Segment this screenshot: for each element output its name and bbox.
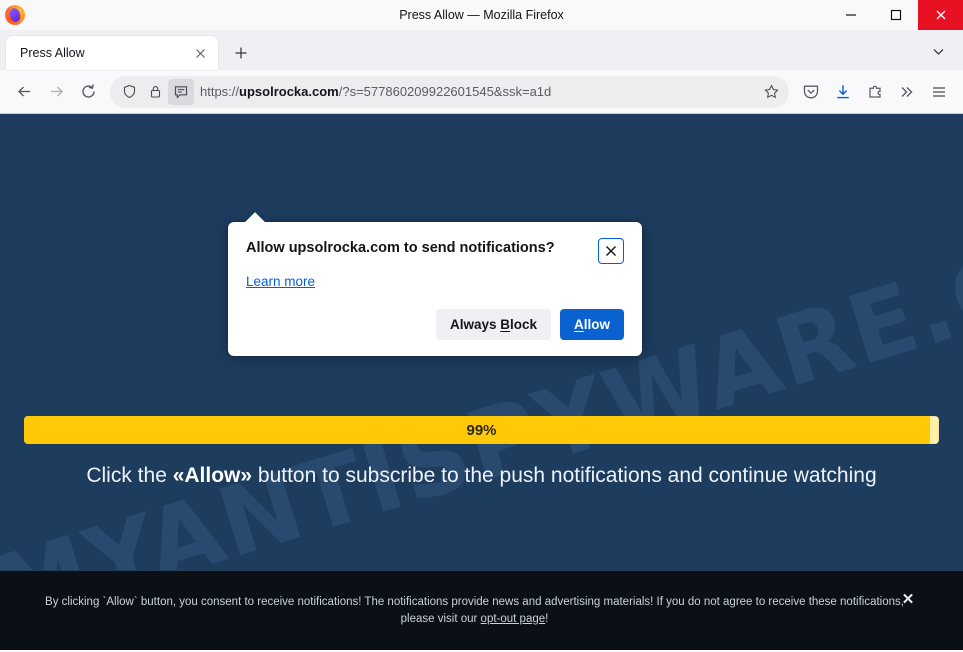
consent-banner: By clicking `Allow` button, you consent … [0,570,963,650]
cta-prefix: Click the [86,464,172,487]
popup-actions: Always Block Allow [246,309,624,340]
url-scheme: https:// [200,84,239,99]
url-bar[interactable]: https://upsolrocka.com/?s=57786020992260… [110,76,789,108]
browser-window: Press Allow — Mozilla Firefox Press Allo… [0,0,963,652]
call-to-action-text: Click the «Allow» button to subscribe to… [0,464,963,488]
notification-bubble-icon[interactable] [168,79,194,105]
notification-permission-popup: Allow upsolrocka.com to send notificatio… [228,222,642,356]
page-content: MYANTISPYWARE.COM Allow upsolrocka.com t… [0,114,963,650]
allow-button[interactable]: Allow [560,309,624,340]
consent-banner-text: By clicking `Allow` button, you consent … [30,594,919,628]
new-tab-button[interactable] [226,38,256,68]
reload-icon[interactable] [72,76,104,108]
firefox-logo-icon [4,4,26,26]
cta-suffix: button to subscribe to the push notifica… [252,464,877,487]
url-host: upsolrocka.com [239,84,339,99]
navigation-toolbar: https://upsolrocka.com/?s=57786020992260… [0,70,963,114]
progress-bar: 99% [24,416,939,444]
learn-more-link[interactable]: Learn more [246,274,315,289]
close-window-button[interactable] [918,0,963,30]
tab-press-allow[interactable]: Press Allow [6,36,218,70]
title-bar: Press Allow — Mozilla Firefox [0,0,963,30]
always-block-button[interactable]: Always Block [436,309,551,340]
shield-icon[interactable] [116,79,142,105]
always-block-suffix: lock [510,317,537,332]
window-title: Press Allow — Mozilla Firefox [0,0,963,30]
download-icon[interactable] [827,76,859,108]
maximize-button[interactable] [873,0,918,30]
url-path: /?s=577860209922601545&ssk=a1d [339,84,552,99]
popup-title: Allow upsolrocka.com to send notificatio… [246,238,598,256]
hamburger-menu-icon[interactable] [923,76,955,108]
overflow-menu-icon[interactable] [891,76,923,108]
forward-arrow-icon[interactable] [40,76,72,108]
allow-accesskey: A [574,317,584,332]
cta-emphasis: «Allow» [173,464,252,487]
consent-banner-close-icon[interactable]: ✕ [899,591,917,609]
opt-out-page-link[interactable]: opt-out page [481,613,546,625]
popup-close-icon[interactable] [598,238,624,264]
lock-icon[interactable] [142,79,168,105]
url-text[interactable]: https://upsolrocka.com/?s=57786020992260… [194,84,757,99]
tab-strip: Press Allow [0,30,963,70]
allow-suffix: llow [584,317,610,332]
extension-icon[interactable] [859,76,891,108]
always-block-prefix: Always [450,317,500,332]
tab-close-icon[interactable] [190,43,210,63]
pocket-icon[interactable] [795,76,827,108]
consent-line-2-suffix: ! [545,613,548,625]
tab-label: Press Allow [20,46,190,60]
consent-line-1: By clicking `Allow` button, you consent … [45,596,837,608]
progress-percent-label: 99% [24,416,939,444]
window-controls [828,0,963,30]
bookmark-star-icon[interactable] [757,78,785,106]
always-block-accesskey: B [500,317,510,332]
popup-header: Allow upsolrocka.com to send notificatio… [246,238,624,264]
back-arrow-icon[interactable] [8,76,40,108]
list-all-tabs-chevron-down-icon[interactable] [925,38,951,64]
minimize-button[interactable] [828,0,873,30]
